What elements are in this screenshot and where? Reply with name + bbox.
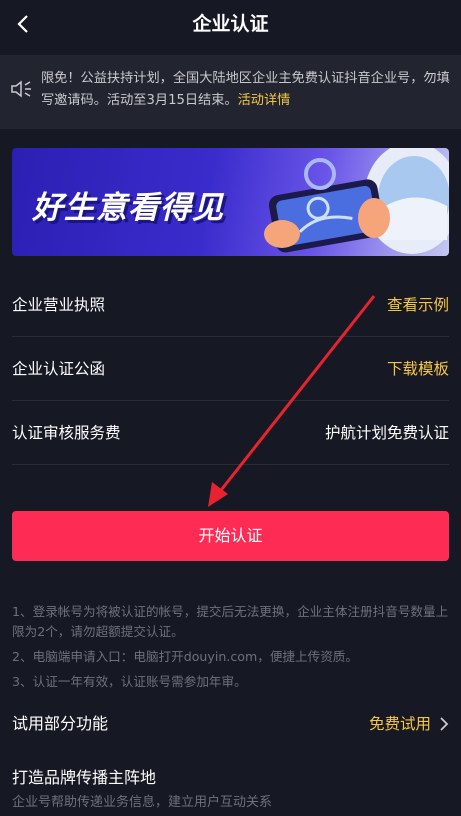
trial-features-label: 试用部分功能 <box>12 714 109 733</box>
service-fee-label: 认证审核服务费 <box>12 424 121 442</box>
business-license-row[interactable]: 企业营业执照 查看示例 <box>12 273 449 337</box>
promo-notice: 限免！公益扶持计划，全国大陆地区企业主免费认证抖音企业号，勿填写邀请码。活动至3… <box>0 55 461 129</box>
notice-text: 限免！公益扶持计划，全国大陆地区企业主免费认证抖音企业号，勿填写邀请码。活动至3… <box>41 68 453 112</box>
trial-features-row[interactable]: 试用部分功能 免费试用 <box>12 704 449 744</box>
speaker-icon <box>11 80 31 98</box>
certification-letter-label: 企业认证公函 <box>12 360 106 378</box>
free-trial-link[interactable]: 免费试用 <box>369 704 431 744</box>
page-title: 企业认证 <box>192 13 269 35</box>
phone-illustration-icon <box>264 148 449 254</box>
note-item: 1、登录帐号为将被认证的帐号，提交后无法更换，企业主体注册抖音号数量上限为2个，… <box>12 604 449 639</box>
view-example-link[interactable]: 查看示例 <box>387 273 449 337</box>
notes-list: 1、登录帐号为将被认证的帐号，提交后无法更换，企业主体注册抖音号数量上限为2个，… <box>12 602 449 697</box>
service-fee-row: 认证审核服务费 护航计划免费认证 <box>12 401 449 465</box>
note-item: 3、认证一年有效，认证账号需参加年审。 <box>12 674 247 689</box>
banner-title: 好生意看得见 <box>32 190 224 226</box>
chevron-right-icon <box>440 717 449 731</box>
service-fee-value: 护航计划免费认证 <box>324 424 449 442</box>
business-license-label: 企业营业执照 <box>12 296 106 314</box>
certification-letter-row[interactable]: 企业认证公函 下载模板 <box>12 337 449 401</box>
start-certification-button[interactable]: 开始认证 <box>12 511 449 561</box>
brand-section-subtitle: 企业号帮助传递业务信息，建立用户互动关系 <box>12 795 273 810</box>
promo-banner[interactable]: 好生意看得见 <box>12 148 449 256</box>
nav-bar: 企业认证 <box>0 0 461 48</box>
note-item: 2、电脑端申请入口：电脑打开douyin.com，便捷上传资质。 <box>12 649 358 664</box>
activity-details-link[interactable]: 活动详情 <box>238 93 291 108</box>
brand-section-title: 打造品牌传播主阵地 <box>12 768 157 787</box>
download-template-link[interactable]: 下载模板 <box>387 337 449 401</box>
